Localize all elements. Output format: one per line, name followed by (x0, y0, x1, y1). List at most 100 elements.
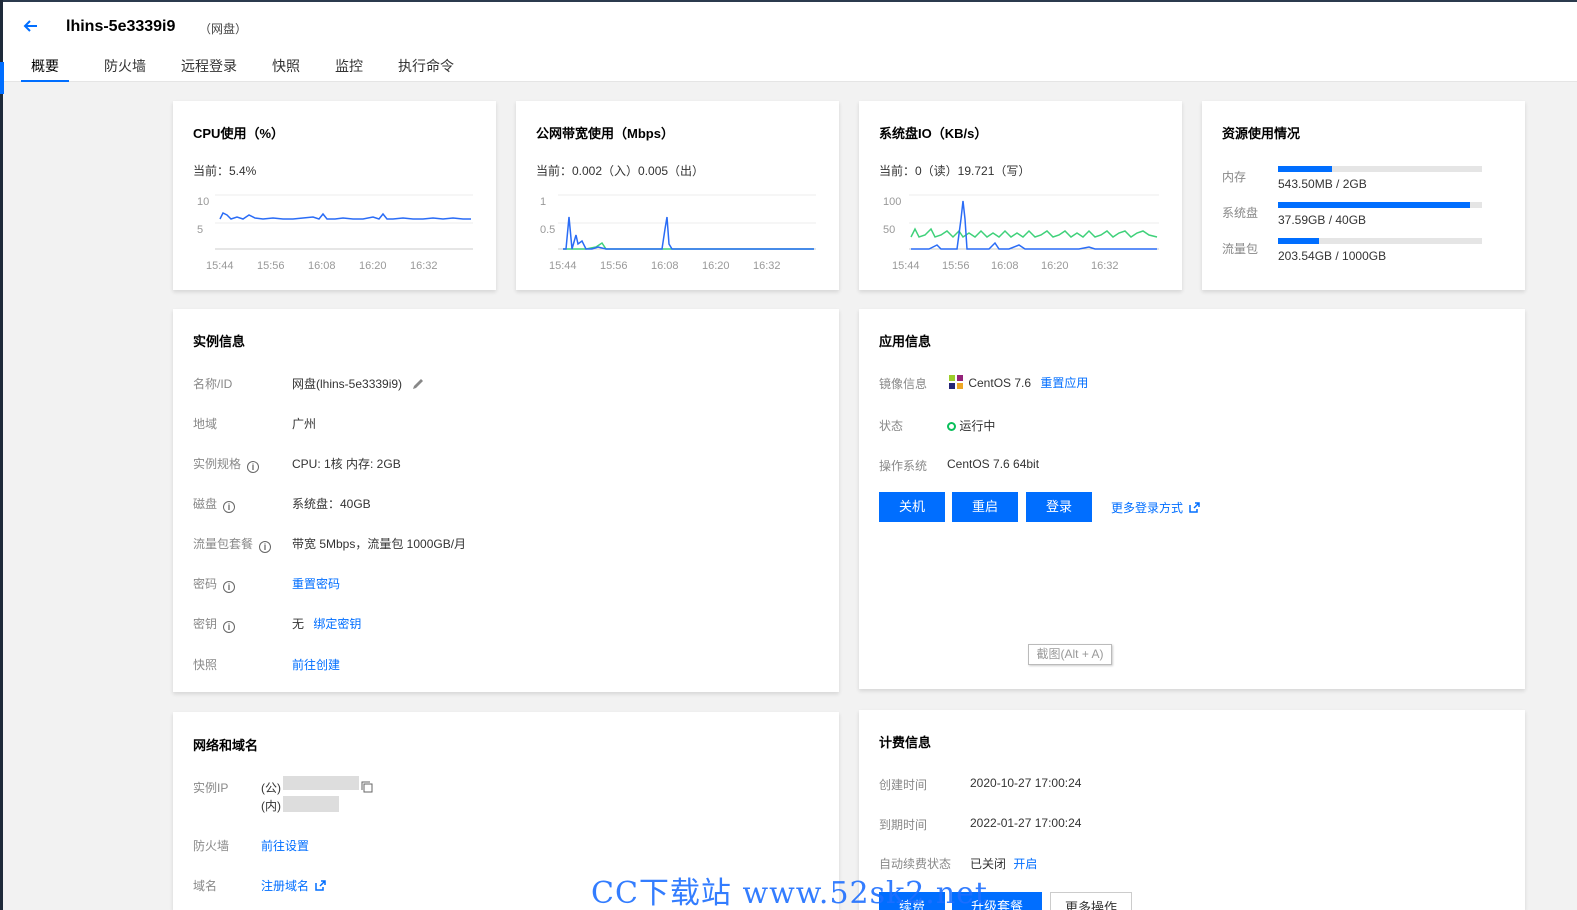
resource-label-traffic: 流量包 (1222, 242, 1259, 256)
edit-icon[interactable] (411, 377, 425, 391)
traffic-bar-fill (1278, 238, 1319, 244)
tab-remote-login[interactable]: 远程登录 (181, 56, 237, 82)
private-ip-blurred (283, 796, 339, 812)
diskio-read-line (911, 200, 1157, 250)
tab-bar: 概要 防火墙 远程登录 快照 监控 执行命令 (21, 56, 489, 82)
page-subtitle: （网盘） (199, 22, 248, 36)
public-ip-prefix: (公) (261, 781, 281, 795)
diskio-card: 系统盘IO（KB/s） 当前：0（读）19.721（写） 100 50 15:4… (859, 101, 1182, 290)
bandwidth-xtick: 15:44 (549, 260, 577, 272)
disk-value: 37.59GB / 40GB (1278, 213, 1367, 227)
expire-value: 2022-01-27 17:00:24 (970, 816, 1082, 830)
name-value: 网盘(lhins-5e3339i9) (292, 375, 425, 392)
key-none-text: 无 (292, 617, 305, 631)
enable-auto-renew-link[interactable]: 开启 (1013, 857, 1037, 871)
instance-info-title: 实例信息 (193, 334, 246, 349)
traffic-label-text: 流量包套餐 (193, 537, 254, 551)
back-arrow-icon[interactable] (21, 16, 41, 36)
restart-button[interactable]: 重启 (952, 492, 1018, 522)
info-icon[interactable]: i (223, 501, 236, 513)
bandwidth-xtick: 16:08 (651, 260, 679, 272)
external-link-icon[interactable] (1189, 502, 1201, 513)
diskio-ytick-100: 100 (883, 196, 901, 208)
traffic-bar (1278, 238, 1482, 244)
traffic-label: 流量包套餐 i (193, 535, 272, 553)
cpu-title: CPU使用（%） (193, 126, 285, 141)
disk-label: 磁盘 i (193, 495, 236, 513)
reset-app-link[interactable]: 重置应用 (1040, 376, 1088, 390)
screenshot-tooltip: 截图(Alt + A) (1028, 644, 1112, 665)
memory-bar-fill (1278, 166, 1333, 172)
copy-icon[interactable] (361, 781, 373, 793)
status-label: 状态 (879, 419, 904, 433)
bandwidth-ytick-0.5: 0.5 (540, 224, 555, 236)
traffic-value: 203.54GB / 1000GB (1278, 249, 1387, 263)
window-left-border (0, 0, 3, 910)
bind-key-link[interactable]: 绑定密钥 (313, 617, 361, 631)
cpu-xtick: 16:32 (410, 260, 438, 272)
password-label-text: 密码 (193, 577, 218, 591)
image-text: CentOS 7.6 (968, 376, 1032, 390)
bandwidth-current: 当前：0.002（入）0.005（出） (536, 164, 705, 178)
cpu-xtick: 15:56 (257, 260, 285, 272)
centos-logo-icon (949, 375, 963, 389)
info-icon[interactable]: i (223, 621, 236, 633)
info-icon[interactable]: i (223, 581, 236, 593)
image-value: CentOS 7.6 重置应用 (947, 373, 1088, 391)
shutdown-button[interactable]: 关机 (879, 492, 945, 522)
diskio-xtick: 16:20 (1041, 260, 1069, 272)
resource-title: 资源使用情况 (1222, 126, 1301, 141)
tab-overview[interactable]: 概要 (21, 56, 69, 82)
login-button[interactable]: 登录 (1026, 492, 1092, 522)
cpu-current: 当前：5.4% (193, 164, 257, 178)
diskio-xtick: 16:32 (1091, 260, 1119, 272)
domain-label: 域名 (193, 879, 218, 893)
create-snapshot-link[interactable]: 前往创建 (292, 656, 340, 673)
diskio-xtick: 15:44 (892, 260, 920, 272)
spec-label: 实例规格 i (193, 455, 260, 473)
memory-bar (1278, 166, 1482, 172)
status-running-icon (947, 422, 956, 431)
bandwidth-xtick: 16:32 (753, 260, 781, 272)
firewall-settings-link[interactable]: 前往设置 (261, 837, 309, 854)
active-indicator (0, 62, 4, 94)
info-icon[interactable]: i (247, 461, 260, 473)
snapshot-label: 快照 (193, 658, 218, 672)
instance-info-card: 实例信息 名称/ID 网盘(lhins-5e3339i9) 地域 广州 实例规格… (173, 309, 839, 692)
tab-exec-command[interactable]: 执行命令 (398, 56, 454, 82)
more-login-link[interactable]: 更多登录方式 (1111, 499, 1201, 516)
key-label: 密钥 i (193, 615, 236, 633)
external-link-icon[interactable] (315, 880, 327, 891)
bandwidth-card: 公网带宽使用（Mbps） 当前：0.002（入）0.005（出） 1 0.5 1… (516, 101, 839, 290)
name-label: 名称/ID (193, 377, 233, 391)
more-login-text[interactable]: 更多登录方式 (1111, 501, 1183, 515)
billing-title: 计费信息 (879, 735, 932, 750)
more-actions-button[interactable]: 更多操作 (1050, 892, 1132, 910)
public-ip-blurred (283, 776, 359, 790)
resource-card: 资源使用情况 内存 543.50MB / 2GB 系统盘 37.59GB / 4… (1202, 101, 1525, 290)
reset-password-link[interactable]: 重置密码 (292, 575, 340, 592)
os-label: 操作系统 (879, 459, 928, 473)
cpu-xtick: 16:20 (359, 260, 387, 272)
cpu-card: CPU使用（%） 当前：5.4% 10 5 15:44 15:56 16:08 … (173, 101, 496, 290)
cpu-ytick-5: 5 (197, 224, 203, 236)
register-domain-link[interactable]: 注册域名 (261, 877, 327, 894)
name-text: 网盘(lhins-5e3339i9) (292, 377, 403, 391)
tab-monitor[interactable]: 监控 (335, 56, 363, 82)
page-header: lhins-5e3339i9 （网盘） 概要 防火墙 远程登录 快照 监控 执行… (3, 2, 1577, 82)
bandwidth-xtick: 16:20 (702, 260, 730, 272)
page-title: lhins-5e3339i9 (66, 18, 176, 35)
spec-value: CPU: 1核 内存: 2GB (292, 457, 401, 471)
tab-snapshot[interactable]: 快照 (272, 56, 300, 82)
app-info-card: 应用信息 镜像信息 CentOS 7.6 重置应用 状态 运行中 操作系统 Ce… (859, 309, 1525, 689)
network-title: 网络和域名 (193, 738, 259, 753)
info-icon[interactable]: i (259, 541, 272, 553)
status-text: 运行中 (959, 419, 996, 433)
diskio-title: 系统盘IO（KB/s） (879, 126, 988, 141)
created-label: 创建时间 (879, 778, 928, 792)
app-info-title: 应用信息 (879, 334, 932, 349)
register-domain-text[interactable]: 注册域名 (261, 879, 309, 893)
image-label: 镜像信息 (879, 377, 928, 391)
tab-firewall[interactable]: 防火墙 (104, 56, 146, 82)
cpu-xtick: 15:44 (206, 260, 234, 272)
